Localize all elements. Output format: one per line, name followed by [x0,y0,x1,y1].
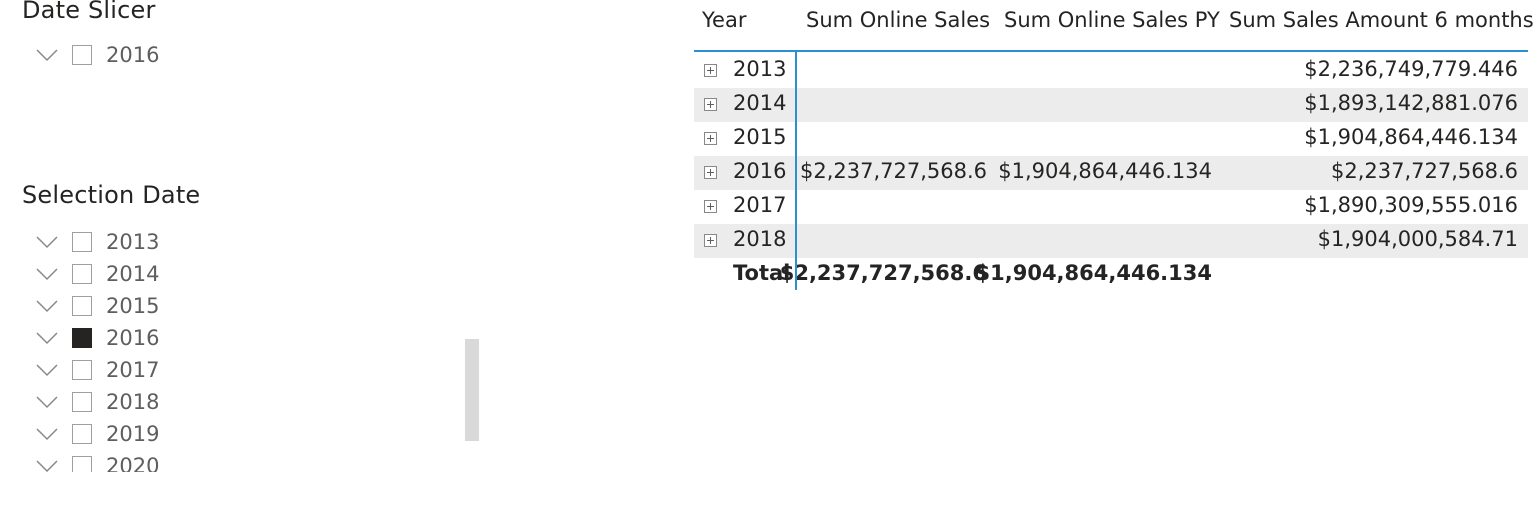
total-online-py: $1,904,864,446.134 [975,261,1212,285]
expand-icon[interactable] [704,132,717,145]
expand-icon[interactable] [704,64,717,77]
row-year: 2014 [733,91,787,115]
slicer-item-label: 2016 [106,43,160,67]
table-row: 2016 $2,237,727,568.6 $1,904,864,446.134… [694,156,1528,190]
checkbox[interactable] [72,360,92,380]
table-row: 2014 $1,893,142,881.076 [694,88,1528,122]
header-sum-sales-amount-6-months[interactable]: Sum Sales Amount 6 months [1229,8,1534,32]
chevron-down-icon[interactable] [36,427,58,441]
expand-icon[interactable] [704,166,717,179]
total-online: $2,237,727,568.6 [779,261,987,285]
table-row: 2017 $1,890,309,555.016 [694,190,1528,224]
checkbox[interactable] [72,424,92,444]
chevron-down-icon[interactable] [36,395,58,409]
expand-icon[interactable] [704,234,717,247]
expand-icon[interactable] [704,98,717,111]
slicer-item-label: 2016 [106,326,160,350]
selection-date-item-2019[interactable]: 2019 [36,420,159,448]
slicer-item-label: 2013 [106,230,160,254]
checkbox[interactable] [72,456,92,472]
selection-date-item-2018[interactable]: 2018 [36,388,159,416]
checkbox[interactable] [72,232,92,252]
chevron-down-icon[interactable] [36,331,58,345]
header-sum-online-sales-py[interactable]: Sum Online Sales PY [1004,8,1220,32]
table-row: 2013 $2,236,749,779.446 [694,54,1528,88]
slicer-item-label: 2015 [106,294,160,318]
slicer-item-label: 2018 [106,390,160,414]
header-year[interactable]: Year [702,8,746,32]
cell-online: $2,237,727,568.6 [799,159,987,183]
selection-date-item-2017[interactable]: 2017 [36,356,159,384]
slicer-item-label: 2017 [106,358,160,382]
date-slicer-title: Date Slicer [22,0,156,24]
checkbox[interactable] [72,296,92,316]
matrix-header-row: Year Sum Online Sales Sum Online Sales P… [694,0,1534,52]
chevron-down-icon[interactable] [36,48,58,62]
row-year: 2016 [733,159,787,183]
chevron-down-icon[interactable] [36,459,58,472]
selection-date-item-2020[interactable]: 2020 [36,452,159,472]
slicer-scrollbar[interactable] [465,339,479,441]
table-row: 2015 $1,904,864,446.134 [694,122,1528,156]
expand-icon[interactable] [704,200,717,213]
chevron-down-icon[interactable] [36,363,58,377]
slicer-item-label: 2020 [106,454,160,472]
chevron-down-icon[interactable] [36,267,58,281]
cell-six-months: $2,236,749,779.446 [1304,57,1518,81]
selection-date-item-2015[interactable]: 2015 [36,292,159,320]
cell-six-months: $1,904,864,446.134 [1304,125,1518,149]
header-sum-online-sales[interactable]: Sum Online Sales [806,8,990,32]
row-year: 2015 [733,125,787,149]
row-year: 2013 [733,57,787,81]
slicer-item-label: 2014 [106,262,160,286]
selection-date-item-2013[interactable]: 2013 [36,228,159,256]
chevron-down-icon[interactable] [36,299,58,313]
cell-six-months: $1,890,309,555.016 [1304,193,1518,217]
row-year: 2018 [733,227,787,251]
selection-date-list: 2013 2014 2015 2016 2017 2018 2019 2020 [0,228,470,472]
checkbox[interactable] [72,264,92,284]
cell-six-months: $2,237,727,568.6 [1330,159,1518,183]
date-slicer-item[interactable]: 2016 [36,41,159,69]
cell-online-py: $1,904,864,446.134 [998,159,1212,183]
checkbox-checked[interactable] [72,328,92,348]
row-year: 2017 [733,193,787,217]
total-row: Total $2,237,727,568.6 $1,904,864,446.13… [694,258,1528,292]
chevron-down-icon[interactable] [36,235,58,249]
selection-date-title: Selection Date [22,181,201,209]
row-header-divider [795,52,797,290]
table-row: 2018 $1,904,000,584.71 [694,224,1528,258]
slicer-item-label: 2019 [106,422,160,446]
selection-date-item-2014[interactable]: 2014 [36,260,159,288]
selection-date-item-2016[interactable]: 2016 [36,324,159,352]
cell-six-months: $1,893,142,881.076 [1304,91,1518,115]
cell-six-months: $1,904,000,584.71 [1317,227,1518,251]
checkbox[interactable] [72,392,92,412]
checkbox[interactable] [72,45,92,65]
